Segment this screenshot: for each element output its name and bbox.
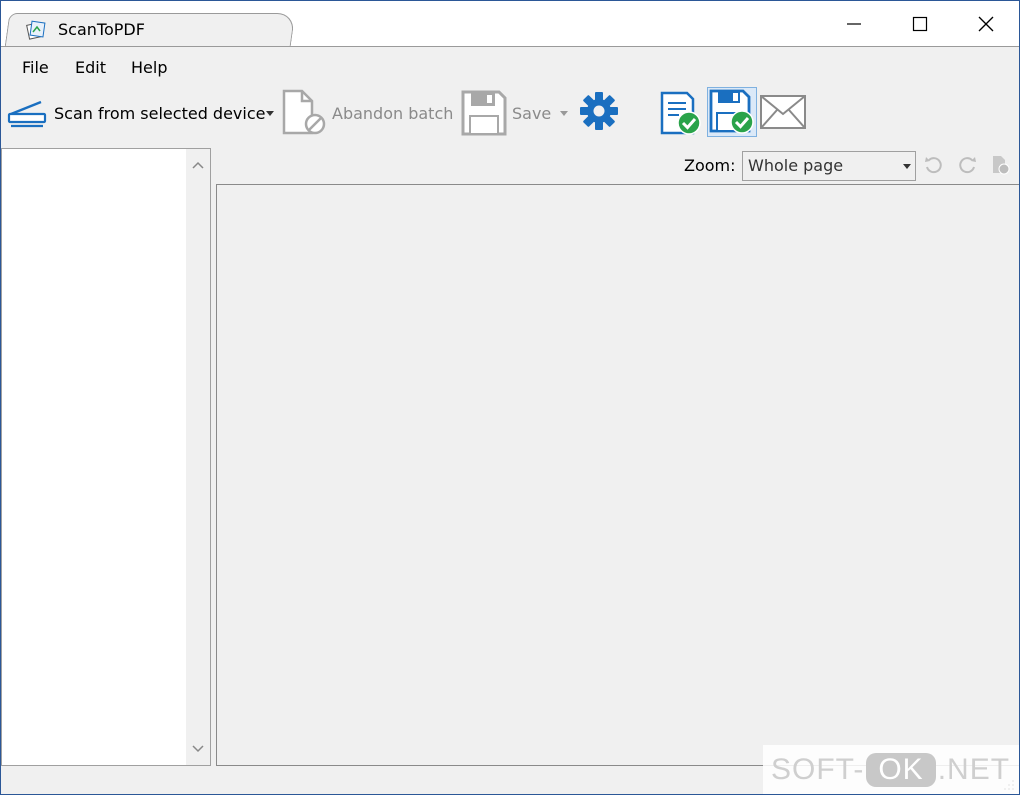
scan-dropdown-arrow[interactable] <box>265 109 275 117</box>
minimize-button[interactable] <box>821 1 887 47</box>
save-dropdown-arrow[interactable] <box>559 109 569 117</box>
chevron-down-icon[interactable] <box>190 741 206 757</box>
scan-button[interactable]: Scan from selected device <box>7 91 265 135</box>
abandon-document-icon <box>282 89 326 135</box>
abandon-batch-button[interactable]: Abandon batch <box>280 89 453 137</box>
watermark-part2: OK <box>866 753 936 787</box>
page-delete-icon[interactable] <box>989 154 1011 176</box>
menu-edit[interactable]: Edit <box>75 58 106 77</box>
chevron-up-icon[interactable] <box>190 157 206 173</box>
page-viewer[interactable] <box>216 184 1019 766</box>
scanner-icon <box>7 100 47 128</box>
zoom-select[interactable]: Whole page <box>742 151 916 181</box>
minimize-icon <box>847 23 861 25</box>
rotate-left-icon[interactable] <box>923 154 945 176</box>
window-title: ScanToPDF <box>58 20 145 39</box>
floppy-check-icon <box>709 89 754 134</box>
close-icon <box>978 16 994 32</box>
save-button[interactable]: Save <box>461 89 551 137</box>
floppy-check-button[interactable] <box>707 87 757 137</box>
rotate-right-icon[interactable] <box>956 154 978 176</box>
chevron-down-icon <box>903 164 911 169</box>
zoom-label: Zoom: <box>684 156 736 175</box>
thumbnail-scrollbar[interactable] <box>186 149 210 765</box>
toolbar: Scan from selected device Abandon batch … <box>1 85 1019 143</box>
title-tab <box>4 13 296 47</box>
zoom-value: Whole page <box>748 156 844 175</box>
maximize-icon <box>912 16 928 32</box>
abandon-batch-label: Abandon batch <box>332 103 454 123</box>
document-check-icon <box>660 91 701 135</box>
document-check-button[interactable] <box>659 89 703 137</box>
app-logo-icon <box>26 20 46 40</box>
close-button[interactable] <box>953 1 1019 47</box>
menu-file[interactable]: File <box>22 58 49 77</box>
watermark-part1: SOFT- <box>771 753 865 786</box>
title-bar[interactable]: ScanToPDF <box>1 1 1019 47</box>
email-button[interactable] <box>759 94 807 130</box>
menu-bar: File Edit Help <box>1 48 1019 84</box>
maximize-button[interactable] <box>887 1 953 47</box>
scan-button-label: Scan from selected device <box>54 103 266 123</box>
watermark-part3: .NET <box>937 753 1011 786</box>
app-window: ScanToPDF File Edit Help Scan from selec… <box>0 0 1020 795</box>
floppy-save-icon <box>461 90 507 136</box>
envelope-icon <box>760 95 806 129</box>
thumbnail-panel[interactable] <box>1 148 211 766</box>
watermark: SOFT- OK .NET <box>763 745 1019 794</box>
gear-icon <box>580 92 618 130</box>
save-button-label: Save <box>512 103 552 123</box>
settings-button[interactable] <box>579 91 619 131</box>
menu-help[interactable]: Help <box>131 58 167 77</box>
